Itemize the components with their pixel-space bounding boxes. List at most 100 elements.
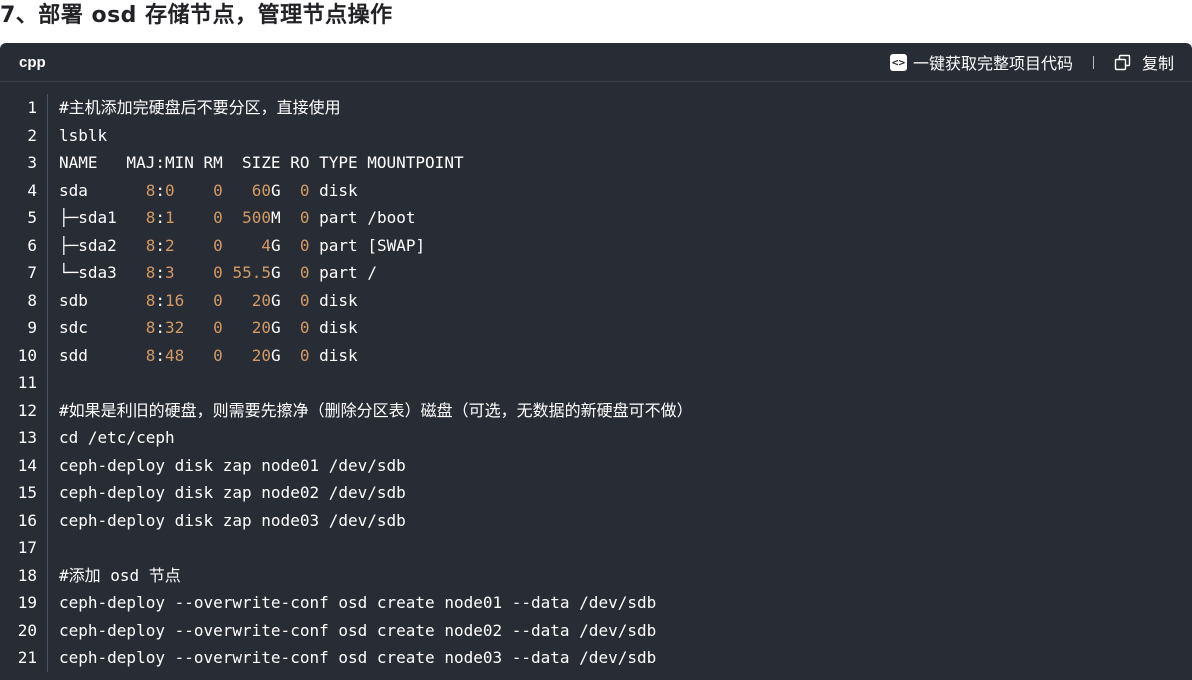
- code-text: NAME MAJ:MIN RM SIZE RO TYPE MOUNTPOINT: [48, 149, 464, 177]
- code-number-token: 8: [145, 318, 156, 337]
- code-token: G: [270, 263, 300, 282]
- code-token: sda: [59, 180, 146, 200]
- code-number-token: 8: [145, 290, 156, 310]
- code-number-token: 8: [145, 208, 156, 227]
- line-number: 12: [0, 396, 48, 424]
- code-number-token: 60: [251, 180, 271, 200]
- code-line: 9 sdc 8:32 0 20G 0 disk: [0, 314, 1192, 342]
- code-token: G: [270, 345, 300, 365]
- code-line: 10 sdd 8:48 0 20G 0 disk: [0, 341, 1192, 370]
- line-number: 2: [0, 121, 48, 149]
- code-token: :: [155, 180, 165, 200]
- code-token: sdb: [59, 290, 146, 310]
- copy-label: 复制: [1141, 54, 1174, 73]
- code-token: :: [155, 208, 165, 227]
- code-token: G: [270, 290, 300, 310]
- code-token: ceph-deploy disk zap node03 /dev/sdb: [59, 510, 406, 530]
- code-text: ceph-deploy --overwrite-conf osd create …: [48, 589, 656, 617]
- line-number: 16: [0, 506, 48, 534]
- code-token: sdc: [59, 318, 146, 337]
- code-language-label: cpp: [19, 54, 46, 71]
- code-number-token: 1: [164, 208, 175, 227]
- code-number-token: 55.5: [232, 263, 271, 282]
- line-number: 7: [0, 259, 48, 287]
- line-number: 13: [0, 424, 48, 452]
- line-number: 3: [0, 149, 48, 177]
- copy-icon: [1114, 54, 1131, 70]
- code-line: 8 sdb 8:16 0 20G 0 disk: [0, 286, 1192, 314]
- code-text: ceph-deploy --overwrite-conf osd create …: [48, 644, 656, 672]
- code-token: G: [270, 235, 300, 255]
- action-separator: [1092, 55, 1094, 69]
- code-number-token: 0: [299, 208, 310, 227]
- code-token: G: [270, 318, 300, 337]
- code-line: 6 ├─sda2 8:2 0 4G 0 part [SWAP]: [0, 231, 1192, 259]
- code-text: lsblk: [48, 122, 107, 150]
- code-number-token: 20: [251, 318, 271, 337]
- code-token: └─sda3: [59, 263, 146, 282]
- line-number: 14: [0, 451, 48, 479]
- code-text: └─sda3 8:3 0 55.5G 0 part /: [48, 259, 377, 287]
- copy-button[interactable]: 复制: [1114, 50, 1174, 74]
- code-line: 17: [0, 534, 1192, 562]
- line-number: 11: [0, 369, 48, 397]
- code-token: ceph-deploy --overwrite-conf osd create …: [59, 593, 657, 612]
- code-token: :: [155, 318, 165, 337]
- code-number-token: 32: [164, 318, 185, 337]
- code-line: 3 NAME MAJ:MIN RM SIZE RO TYPE MOUNTPOINT: [0, 149, 1192, 177]
- code-number-token: 8: [145, 180, 156, 200]
- code-number-token: 0: [213, 235, 223, 255]
- code-line: 21 ceph-deploy --overwrite-conf osd creat…: [0, 644, 1192, 672]
- code-token: disk: [309, 290, 358, 310]
- code-number-token: 0: [299, 345, 310, 365]
- code-line: 11: [0, 369, 1192, 397]
- code-text: ├─sda1 8:1 0 500M 0 part /boot: [48, 204, 415, 232]
- code-number-token: 0: [213, 208, 223, 227]
- code-number-token: 3: [164, 263, 175, 282]
- get-full-code-button[interactable]: <> 一键获取完整项目代码: [889, 50, 1073, 74]
- code-number-token: 0: [299, 180, 310, 200]
- code-line: 1 #主机添加完硬盘后不要分区，直接使用: [0, 94, 1192, 122]
- code-token: disk: [309, 345, 358, 365]
- code-number-token: 0: [213, 180, 223, 200]
- code-line: 4 sda 8:0 0 60G 0 disk: [0, 176, 1192, 204]
- code-token: ceph-deploy disk zap node02 /dev/sdb: [59, 483, 406, 502]
- code-token: NAME MAJ:MIN RM SIZE RO TYPE MOUNTPOINT: [59, 153, 464, 172]
- code-token: #如果是利旧的硬盘，则需要先擦净（删除分区表）磁盘（可选，无数据的新硬盘可不做）: [59, 400, 693, 420]
- line-number: 4: [0, 176, 48, 204]
- code-body[interactable]: 1 #主机添加完硬盘后不要分区，直接使用 2 lsblk 3 NAME MAJ:MIN R…: [0, 82, 1192, 672]
- code-text: #添加 osd 节点: [48, 562, 181, 590]
- line-number: 17: [0, 534, 48, 562]
- code-line: 18 #添加 osd 节点: [0, 561, 1192, 590]
- code-token: G: [270, 180, 300, 200]
- code-number-token: 16: [164, 290, 185, 310]
- code-text: cd /etc/ceph: [48, 424, 175, 452]
- code-token: sdd: [59, 345, 146, 365]
- code-number-token: 500: [242, 208, 271, 227]
- code-line: 14 ceph-deploy disk zap node01 /dev/sdb: [0, 451, 1192, 480]
- code-token: ceph-deploy --overwrite-conf osd create …: [59, 620, 657, 640]
- code-number-token: 0: [213, 318, 223, 337]
- code-text: ceph-deploy disk zap node01 /dev/sdb: [48, 452, 406, 480]
- code-token: ceph-deploy --overwrite-conf osd create …: [59, 648, 657, 667]
- code-token: :: [155, 235, 165, 255]
- code-icon: <>: [889, 53, 907, 71]
- code-token: :: [155, 263, 165, 282]
- code-number-token: 8: [145, 263, 156, 282]
- code-number-token: 0: [299, 235, 310, 255]
- code-text: sdd 8:48 0 20G 0 disk: [48, 342, 358, 370]
- code-text: #如果是利旧的硬盘，则需要先擦净（删除分区表）磁盘（可选，无数据的新硬盘可不做）: [48, 397, 693, 425]
- line-number: 19: [0, 589, 48, 617]
- code-number-token: 0: [299, 263, 310, 282]
- code-token: part /: [309, 263, 377, 282]
